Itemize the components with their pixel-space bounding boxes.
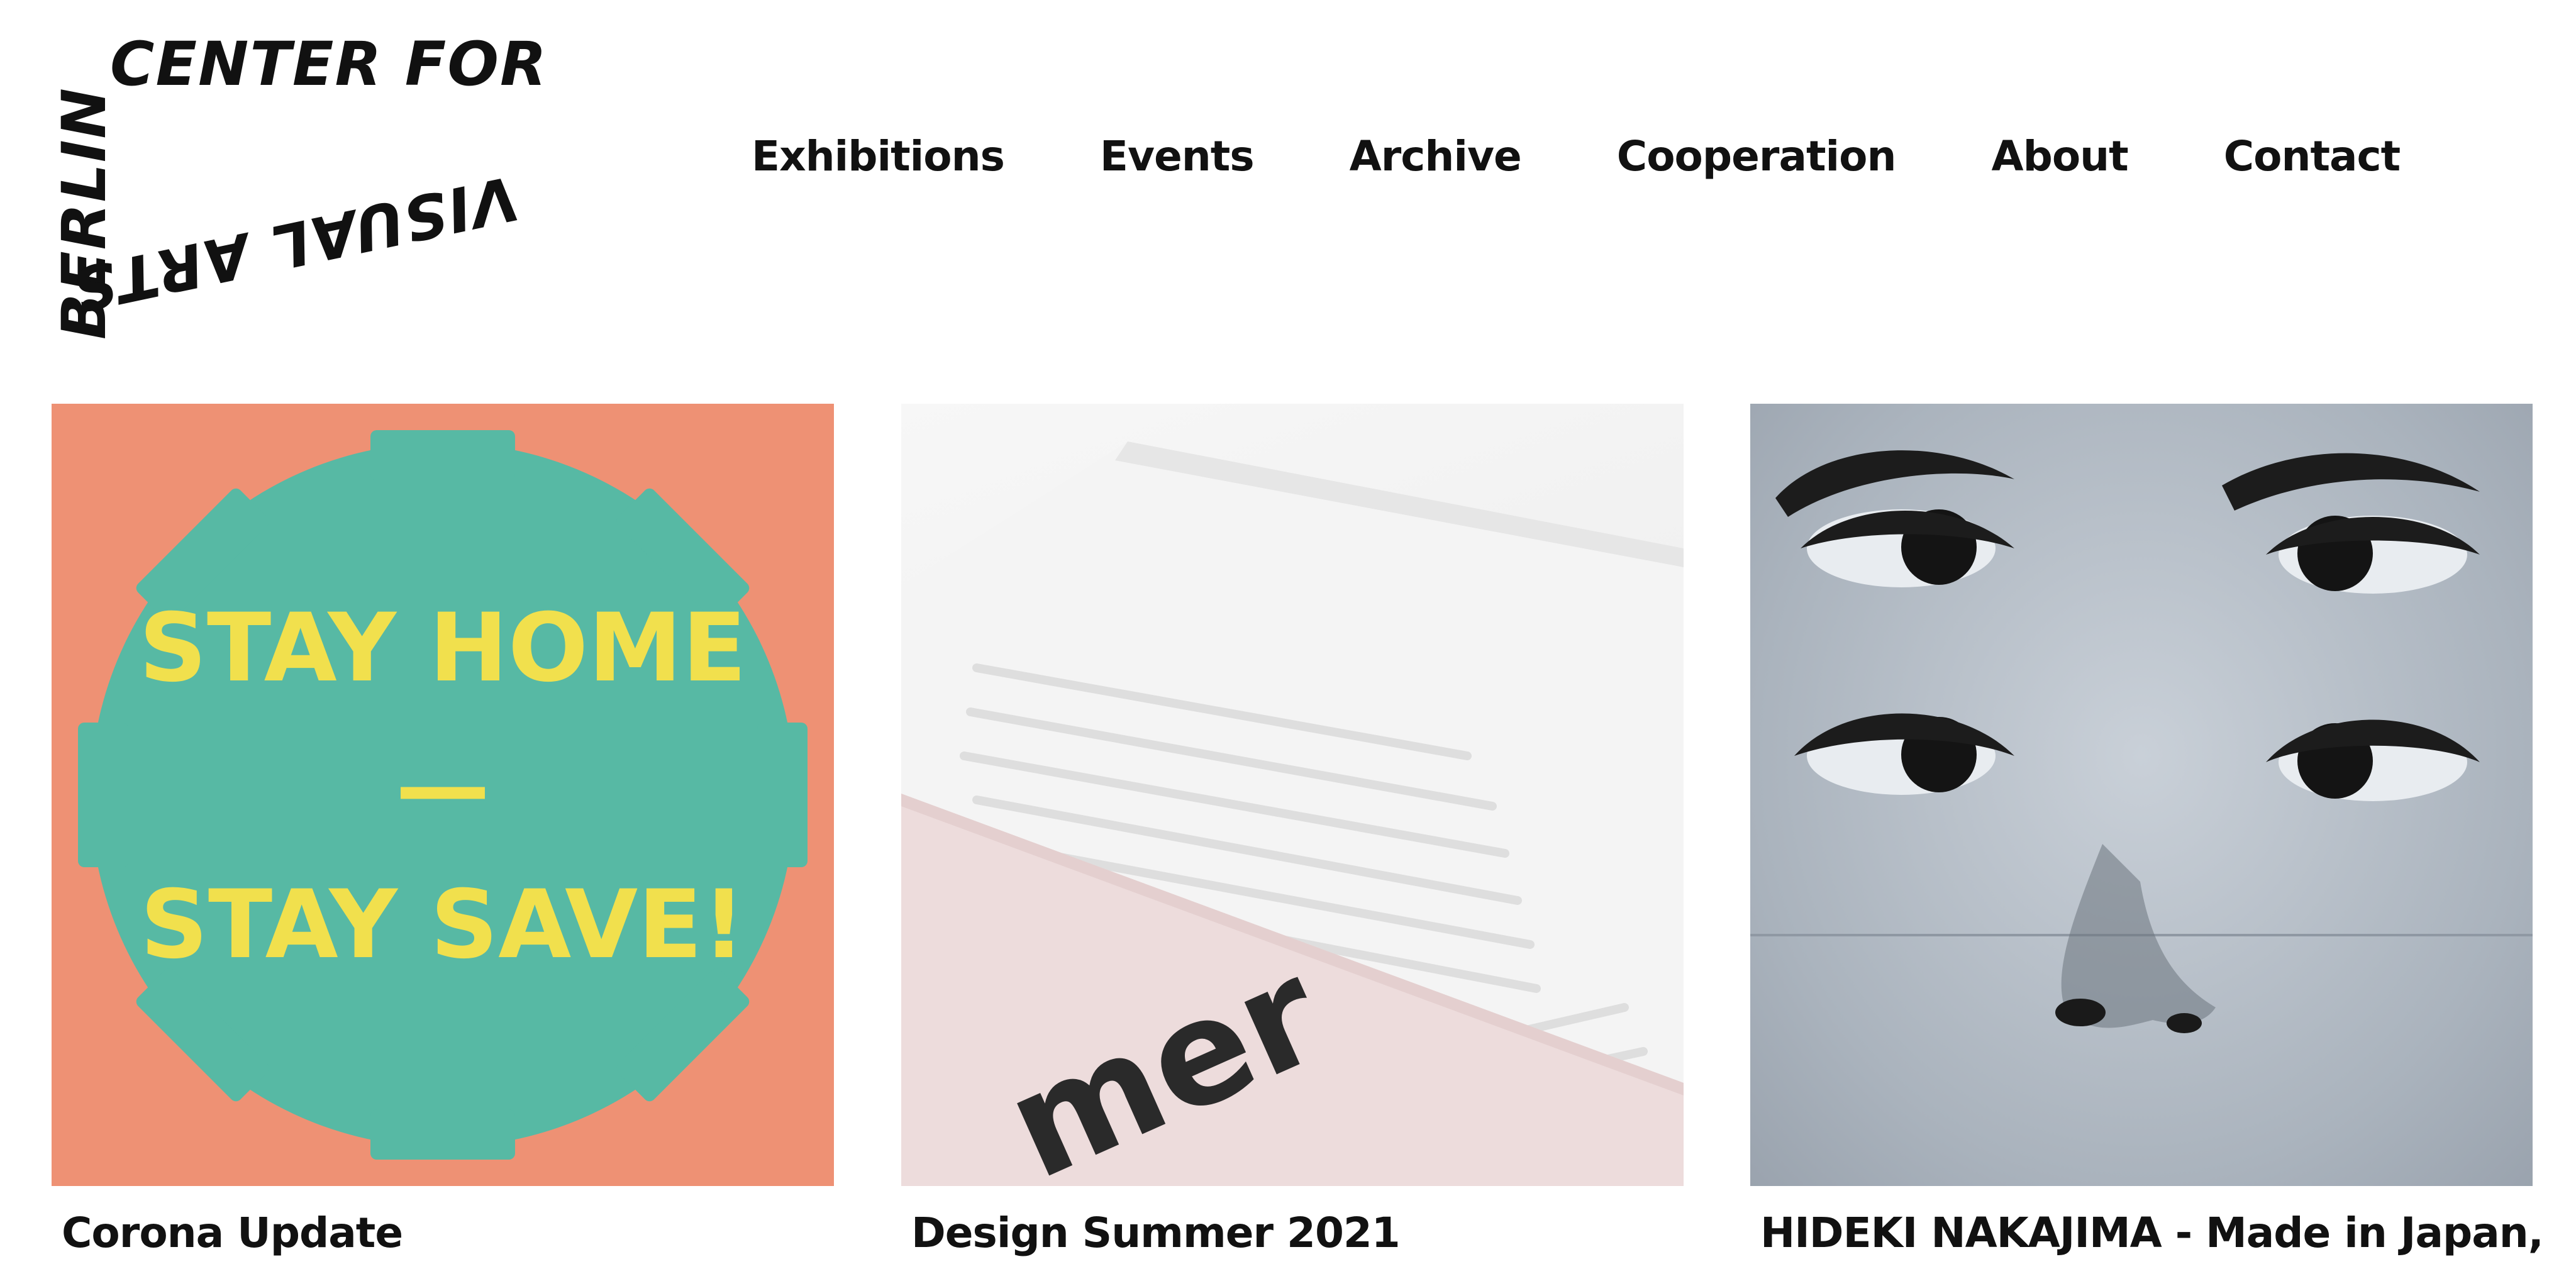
card-title[interactable]: Corona Update: [52, 1209, 834, 1257]
logo-graphic: CENTER FOR BERLIN VISUAL ARTS: [49, 29, 548, 340]
card-hideki-nakajima[interactable]: HIDEKI NAKAJIMA - Made in Japan,: [1750, 404, 2544, 1257]
card-title[interactable]: Design Summer 2021: [901, 1209, 1684, 1257]
card-image-design-summer[interactable]: mer: [901, 404, 1684, 1186]
card-image-stay-home[interactable]: STAY HOME — STAY SAVE!: [52, 404, 834, 1186]
nav-archive[interactable]: Archive: [1350, 132, 1522, 180]
logo-text-top: CENTER FOR: [110, 29, 548, 99]
logo-text-bottom: VISUAL ARTS: [65, 162, 525, 326]
nav-exhibitions[interactable]: Exhibitions: [752, 132, 1005, 180]
nav-cooperation[interactable]: Cooperation: [1617, 132, 1897, 180]
stay-home-text: STAY HOME: [139, 594, 747, 703]
main-navigation: Exhibitions Events Archive Cooperation A…: [752, 132, 2401, 180]
nav-about[interactable]: About: [1992, 132, 2129, 180]
site-logo[interactable]: CENTER FOR BERLIN VISUAL ARTS: [35, 25, 550, 358]
card-corona-update[interactable]: STAY HOME — STAY SAVE! Corona Update: [52, 404, 834, 1257]
nav-events[interactable]: Events: [1100, 132, 1255, 180]
card-title[interactable]: HIDEKI NAKAJIMA - Made in Japan,: [1750, 1209, 2544, 1257]
divider-dash: —: [396, 732, 490, 841]
nav-contact[interactable]: Contact: [2224, 132, 2401, 180]
card-design-summer[interactable]: mer Design Summer 2021: [901, 404, 1684, 1257]
book-photo: mer: [901, 441, 1684, 1186]
stay-save-text: STAY SAVE!: [140, 870, 745, 980]
eye-group: [1775, 450, 2480, 1033]
stay-home-graphic: STAY HOME — STAY SAVE!: [78, 430, 808, 1160]
eyes-artwork: [1750, 450, 2533, 1033]
card-image-hideki-nakajima[interactable]: [1750, 404, 2533, 1186]
